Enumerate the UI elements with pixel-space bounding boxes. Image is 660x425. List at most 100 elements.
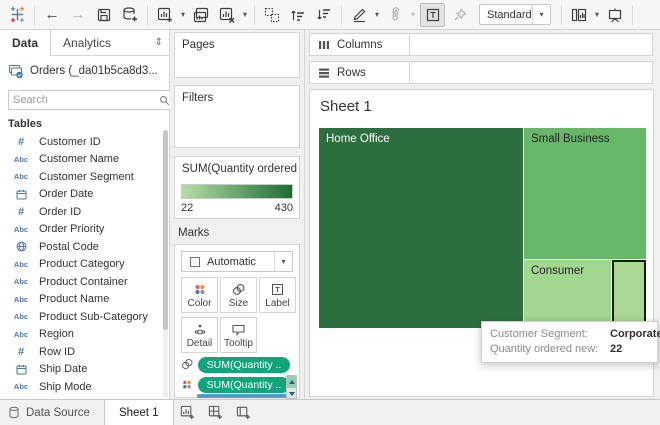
legend-title: SUM(Quantity ordered ... (182, 163, 299, 175)
clear-sheet-button[interactable] (214, 3, 240, 27)
pages-card[interactable]: Pages (174, 32, 300, 78)
datasource-icon (8, 64, 24, 79)
color-legend-card[interactable]: SUM(Quantity ordered ... 22 430 (174, 156, 300, 219)
text-field-icon: Abc (13, 277, 29, 287)
field-row[interactable]: # Abc Ship Mode (0, 378, 162, 396)
treemap-node-small-business[interactable]: Small Business (524, 128, 646, 259)
filters-card[interactable]: Filters (174, 85, 300, 148)
data-source-tab[interactable]: Data Source (0, 400, 104, 425)
undo-button[interactable]: ← (39, 3, 65, 27)
search-input[interactable] (9, 94, 159, 106)
color-shelf-button[interactable]: Color (181, 277, 218, 313)
field-row[interactable]: # Abc Postal Code (0, 238, 162, 256)
pills-scroll-up[interactable] (287, 376, 296, 388)
fields-scrollbar-thumb[interactable] (163, 130, 168, 330)
highlight-button[interactable] (346, 3, 372, 27)
pill-sum-quantity-size[interactable]: SUM(Quantity .. (198, 356, 290, 373)
marks-card: Automatic ▾ Color Size Label Detail Tool… (174, 244, 300, 399)
treemap-node-consumer[interactable]: Consumer (524, 260, 611, 328)
show-mark-labels-button[interactable] (420, 2, 445, 27)
number-field-icon: # (17, 205, 25, 218)
fit-selector-caret[interactable]: ▾ (532, 5, 550, 24)
field-name: Order Date (39, 188, 94, 201)
new-worksheet-tab-button[interactable] (174, 400, 202, 425)
date-field-icon (10, 364, 32, 375)
data-source-tab-label: Data Source (26, 406, 90, 419)
treemap-node-corporate-selected[interactable] (612, 260, 646, 328)
group-members-icon[interactable] (382, 3, 408, 27)
worksheet-card: Sheet 1 Home Office Small Business Consu… (309, 89, 660, 397)
mark-type-caret[interactable]: ▾ (274, 252, 292, 271)
new-story-tab-button[interactable] (230, 400, 258, 425)
tab-data[interactable]: Data (0, 30, 52, 56)
sort-descending-button[interactable] (311, 3, 337, 27)
mark-type-icon (190, 256, 200, 267)
pill-sum-quantity-color[interactable]: SUM(Quantity .. (198, 376, 290, 393)
pill-partial[interactable] (197, 394, 289, 398)
detail-shelf-button[interactable]: Detail (181, 317, 218, 353)
clear-sheet-caret[interactable]: ▾ (240, 10, 250, 19)
field-name: Product Category (39, 258, 125, 271)
tooltip-value: Corporate (610, 328, 660, 340)
duplicate-sheet-button[interactable] (188, 3, 214, 27)
text-field-icon: Abc (13, 294, 29, 304)
field-name: Customer Name (39, 153, 120, 166)
sheet-tabs-bar: Data Source Sheet 1 (0, 399, 660, 425)
tableau-logo-icon[interactable] (4, 3, 30, 27)
fit-selector[interactable]: Standard ▾ (479, 4, 551, 25)
rows-shelf[interactable]: Rows (309, 61, 653, 84)
field-row[interactable]: # Abc Order Priority (0, 221, 162, 239)
field-row[interactable]: # Abc Product Category (0, 256, 162, 274)
tooltip-value: 22 (610, 343, 623, 355)
tooltip-shelf-button[interactable]: Tooltip (220, 317, 257, 353)
size-shelf-button[interactable]: Size (220, 277, 257, 313)
add-data-source-button[interactable] (117, 3, 143, 27)
legend-gradient-bar[interactable] (181, 184, 293, 199)
label-shelf-button[interactable]: Label (259, 277, 296, 313)
new-worksheet-button[interactable] (152, 3, 178, 27)
field-row[interactable]: # Abc Row ID (0, 343, 162, 361)
highlight-caret[interactable]: ▾ (372, 10, 382, 19)
field-name: Postal Code (39, 240, 99, 253)
pills-scrollbar[interactable] (286, 375, 297, 399)
datasource-row[interactable]: Orders (_da01b5ca8d3... (0, 56, 169, 84)
show-hide-cards-caret[interactable]: ▾ (592, 10, 602, 19)
marks-card-label: Marks (178, 227, 210, 239)
redo-button[interactable]: → (65, 3, 91, 27)
treemap-node-home-office[interactable]: Home Office (319, 128, 523, 328)
show-hide-cards-button[interactable] (566, 3, 592, 27)
field-row[interactable]: # Abc Product Name (0, 291, 162, 309)
rows-shelf-head: Rows (310, 62, 410, 83)
field-row[interactable]: # Abc Customer ID (0, 133, 162, 151)
sheet-tab-sheet1[interactable]: Sheet 1 (103, 400, 174, 425)
mark-type-dropdown[interactable]: Automatic ▾ (181, 251, 293, 272)
columns-shelf[interactable]: Columns (309, 33, 653, 56)
save-button[interactable] (91, 3, 117, 27)
group-members-caret[interactable]: ▾ (408, 10, 418, 19)
pills-scroll-down[interactable] (287, 388, 296, 399)
filters-card-label: Filters (182, 92, 214, 104)
fix-axes-pin-icon[interactable] (447, 3, 473, 27)
swap-rows-columns-button[interactable] (259, 3, 285, 27)
fields-scrollbar[interactable] (163, 130, 168, 398)
field-row[interactable]: # Abc Ship Date (0, 361, 162, 379)
new-dashboard-tab-button[interactable] (202, 400, 230, 425)
tables-section-label: Tables (8, 118, 43, 130)
field-row[interactable]: # Abc Product Sub-Category (0, 308, 162, 326)
field-row[interactable]: # Abc Customer Segment (0, 168, 162, 186)
presentation-mode-button[interactable] (602, 3, 628, 27)
new-worksheet-caret[interactable]: ▾ (178, 10, 188, 19)
field-row[interactable]: # Abc Region (0, 326, 162, 344)
columns-icon (318, 39, 330, 51)
field-name: Product Sub-Category (39, 310, 148, 323)
field-row[interactable]: # Abc Customer Name (0, 151, 162, 169)
field-row[interactable]: # Abc Order ID (0, 203, 162, 221)
search-box[interactable] (8, 90, 175, 110)
field-name: Order Priority (39, 223, 105, 236)
sheet-tab-label: Sheet 1 (118, 406, 159, 419)
pane-sort-icon[interactable]: ⇕ (149, 30, 169, 55)
field-row[interactable]: # Abc Order Date (0, 186, 162, 204)
field-row[interactable]: # Abc Product Container (0, 273, 162, 291)
sort-ascending-button[interactable] (285, 3, 311, 27)
tab-analytics[interactable]: Analytics (51, 30, 123, 55)
